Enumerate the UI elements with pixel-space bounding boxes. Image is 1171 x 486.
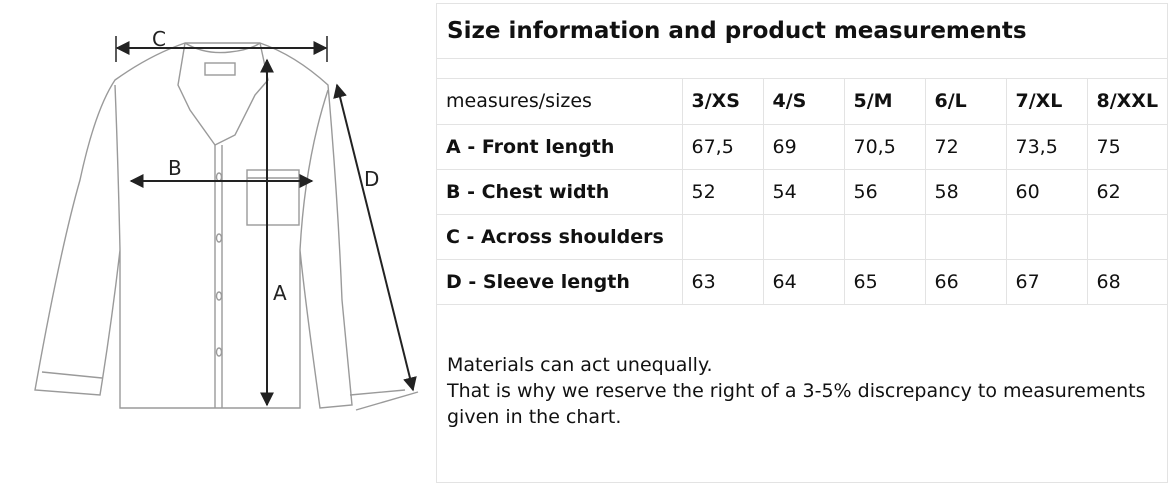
table-row: A - Front length 67,5 69 70,5 72 73,5 75 [437, 124, 1167, 170]
table-cell: 73,5 [1005, 124, 1087, 170]
table-cell: 65 [843, 259, 925, 305]
table-cell: 64 [762, 259, 844, 305]
table-cell: 54 [762, 169, 844, 215]
row-label: A - Front length [437, 124, 682, 170]
table-cell: 56 [843, 169, 925, 215]
row-label: C - Across shoulders [437, 214, 682, 260]
table-row: D - Sleeve length 63 64 65 66 67 68 [437, 259, 1167, 305]
dimension-label-a: A [273, 281, 287, 305]
panel-title: Size information and product measurement… [437, 4, 1167, 59]
table-header-row: measures/sizes 3/XS 4/S 5/M 6/L 7/XL 8/X… [437, 79, 1167, 125]
table-cell: 63 [681, 259, 763, 305]
row-label: B - Chest width [437, 169, 682, 215]
header-label: measures/sizes [437, 79, 682, 125]
table-cell: 58 [924, 169, 1006, 215]
table-cell: 67,5 [681, 124, 763, 170]
size-info-panel: Size information and product measurement… [436, 3, 1168, 483]
table-cell [762, 214, 844, 260]
table-cell: 69 [762, 124, 844, 170]
table-cell: 68 [1086, 259, 1167, 305]
table-cell: 75 [1086, 124, 1167, 170]
dimension-label-b: B [168, 156, 182, 180]
dimension-lines [115, 36, 417, 407]
title-spacer [437, 59, 1167, 79]
table-cell: 66 [924, 259, 1006, 305]
table-cell: 72 [924, 124, 1006, 170]
table-cell [843, 214, 925, 260]
table-row: C - Across shoulders [437, 214, 1167, 260]
size-header: 5/M [843, 79, 925, 125]
table-cell: 60 [1005, 169, 1087, 215]
disclaimer-note: Materials can act unequally. That is why… [447, 352, 1162, 430]
size-header: 3/XS [681, 79, 763, 125]
note-line: That is why we reserve the right of a 3-… [447, 380, 1146, 428]
table-cell [924, 214, 1006, 260]
table-cell: 67 [1005, 259, 1087, 305]
size-header: 7/XL [1005, 79, 1087, 125]
table-row: B - Chest width 52 54 56 58 60 62 [437, 169, 1167, 215]
table-cell: 62 [1086, 169, 1167, 215]
table-cell [1086, 214, 1167, 260]
size-header: 6/L [924, 79, 1006, 125]
shirt-outline [34, 42, 419, 411]
table-cell: 52 [681, 169, 763, 215]
table-cell [681, 214, 763, 260]
table-cell [1005, 214, 1087, 260]
note-line: Materials can act unequally. [447, 354, 713, 376]
row-label: D - Sleeve length [437, 259, 682, 305]
dimension-label-c: C [152, 27, 166, 51]
dimension-label-d: D [364, 167, 379, 191]
shirt-measurement-diagram: C B A D [0, 0, 436, 486]
table-cell: 70,5 [843, 124, 925, 170]
size-table: measures/sizes 3/XS 4/S 5/M 6/L 7/XL 8/X… [437, 79, 1167, 305]
size-header: 8/XXL [1086, 79, 1167, 125]
size-header: 4/S [762, 79, 844, 125]
